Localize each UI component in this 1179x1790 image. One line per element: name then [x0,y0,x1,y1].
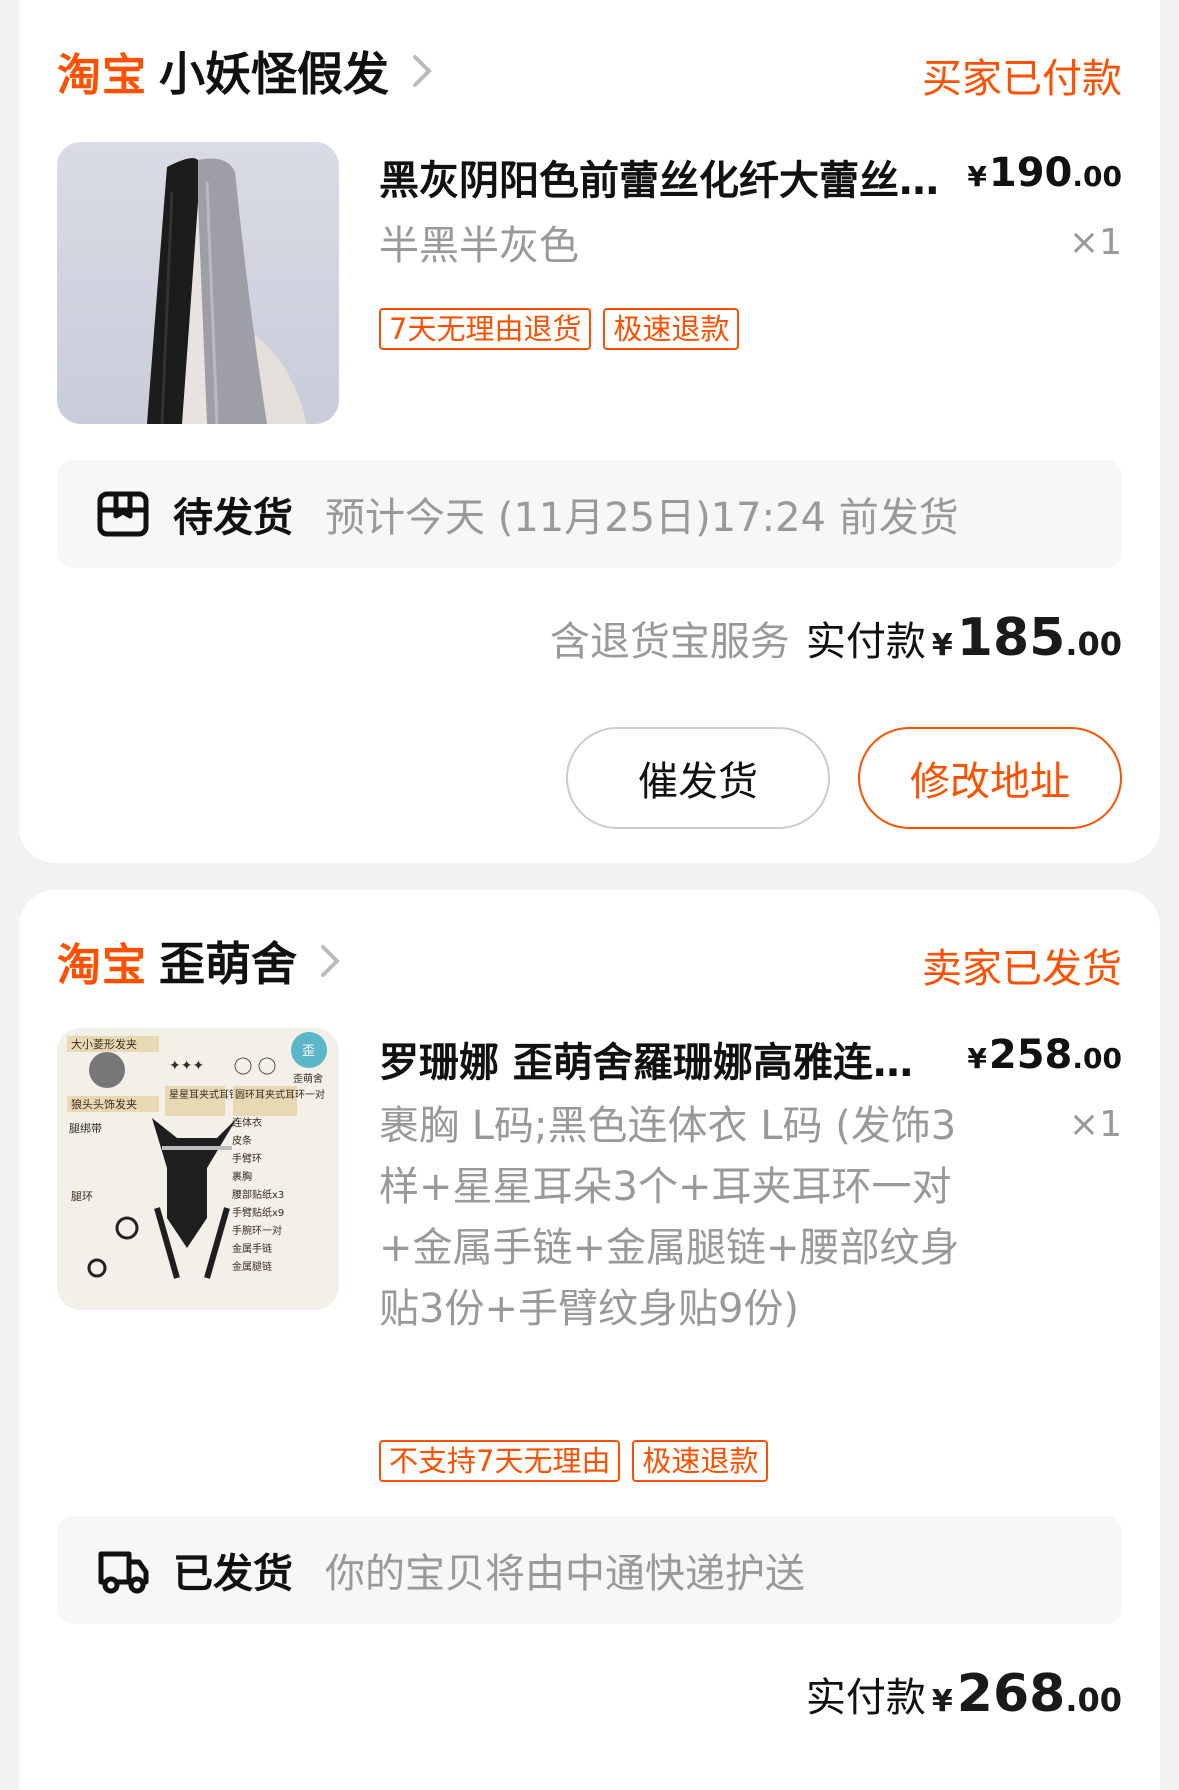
product-thumbnail[interactable] [57,142,339,424]
svg-text:手臂环: 手臂环 [232,1152,262,1165]
svg-text:狼头头饰发夹: 狼头头饰发夹 [71,1097,137,1111]
svg-text:歪萌舍: 歪萌舍 [293,1072,323,1085]
paid-amount: 268 [956,1664,1066,1724]
delivery-truck-icon [98,1551,149,1594]
change-address-button[interactable]: 修改地址 [858,727,1122,829]
shipping-description: 你的宝贝将由中通快递护送 [325,1551,805,1597]
product-title[interactable]: 黑灰阴阳色前蕾丝化纤大蕾丝假发 [379,148,969,206]
paid-amount-decimal: .00 [1065,625,1122,663]
product-quantity: ×1 [1068,222,1122,263]
chevron-right-icon[interactable] [315,941,345,981]
chevron-right-icon[interactable] [407,51,437,91]
product-sku: 半黑半灰色 [379,223,579,269]
svg-text:✦✦✦: ✦✦✦ [169,1058,204,1074]
return-insurance-note: 含退货宝服务 [549,619,790,665]
shipping-status-box[interactable]: 已发货 你的宝贝将由中通快递护送 [57,1516,1122,1624]
tag-7day-return: 7天无理由退货 [379,308,592,350]
svg-text:腿绑带: 腿绑带 [69,1122,102,1135]
shipping-status: 已发货 [173,1551,293,1597]
svg-text:腿环: 腿环 [71,1190,93,1203]
paid-label: 实付款 [805,1675,926,1721]
svg-text:皮条: 皮条 [232,1134,252,1147]
shop-header[interactable]: 淘宝 小妖怪假发 买家已付款 [57,38,1122,104]
product-thumbnail[interactable]: 歪 歪萌舍 大小菱形发夹 ✦✦✦ 星星耳夹式耳钉x3 圆环耳夹式耳环一对 狼头头… [57,1028,339,1310]
svg-text:圆环耳夹式耳环一对: 圆环耳夹式耳环一对 [235,1088,325,1101]
svg-text:歪: 歪 [302,1044,315,1059]
svg-text:连体衣: 连体衣 [232,1116,262,1129]
paid-label: 实付款 [805,619,926,665]
service-tags: 不支持7天无理由 极速退款 [379,1440,769,1482]
service-tags: 7天无理由退货 极速退款 [379,308,740,350]
shipping-description: 预计今天 (11月25日)17:24 前发货 [325,495,959,541]
paid-currency: ¥ [931,628,953,663]
urge-shipment-button[interactable]: 催发货 [566,727,830,829]
svg-text:裹胸: 裹胸 [232,1170,252,1183]
product-price: ¥190.00 [967,150,1122,196]
order-status: 卖家已发货 [922,946,1122,992]
shop-name[interactable]: 歪萌舍 [159,928,297,994]
tag-no-7day-return: 不支持7天无理由 [379,1440,621,1482]
order-card[interactable]: 淘宝 歪萌舍 卖家已发货 歪 歪萌舍 大小菱形发夹 ✦✦✦ 星星耳夹式耳钉x3 … [19,890,1160,1790]
payment-summary: 含退货宝服务 实付款 ¥ 185 .00 [550,608,1122,668]
product-price: ¥258.00 [967,1032,1122,1078]
paid-currency: ¥ [931,1684,953,1719]
order-status: 买家已付款 [922,56,1122,102]
svg-text:手腕环一对: 手腕环一对 [232,1224,282,1237]
shipping-status-box[interactable]: 待发货 预计今天 (11月25日)17:24 前发货 [57,460,1122,568]
svg-text:手臂贴纸x9: 手臂贴纸x9 [232,1206,284,1219]
order-card[interactable]: 淘宝 小妖怪假发 买家已付款 黑灰阴阳色前蕾丝化纤大蕾丝假发 ¥190.00 ×… [19,0,1160,863]
svg-text:大小菱形发夹: 大小菱形发夹 [71,1037,137,1051]
svg-text:金属手链: 金属手链 [232,1242,272,1255]
product-quantity: ×1 [1068,1104,1122,1145]
taobao-logo: 淘宝 [57,50,147,101]
svg-text:金属腿链: 金属腿链 [232,1260,272,1273]
shipping-status: 待发货 [173,495,293,541]
shop-name[interactable]: 小妖怪假发 [159,38,389,104]
tag-fast-refund: 极速退款 [632,1440,769,1482]
paid-amount: 185 [956,608,1066,668]
svg-text:腰部贴纸x3: 腰部贴纸x3 [232,1188,284,1201]
tag-fast-refund: 极速退款 [603,308,740,350]
payment-summary: 实付款 ¥ 268 .00 [806,1664,1122,1724]
product-title[interactable]: 罗珊娜 歪萌舍羅珊娜高雅连体衣套装 [379,1030,939,1088]
package-box-icon [97,491,149,537]
product-sku: 裹胸 L码;黑色连体衣 L码 (发饰3样+星星耳朵3个+耳夹耳环一对+金属手链+… [379,1103,960,1332]
taobao-logo: 淘宝 [57,940,147,991]
paid-amount-decimal: .00 [1065,1681,1122,1719]
shop-header[interactable]: 淘宝 歪萌舍 卖家已发货 [57,928,1122,994]
